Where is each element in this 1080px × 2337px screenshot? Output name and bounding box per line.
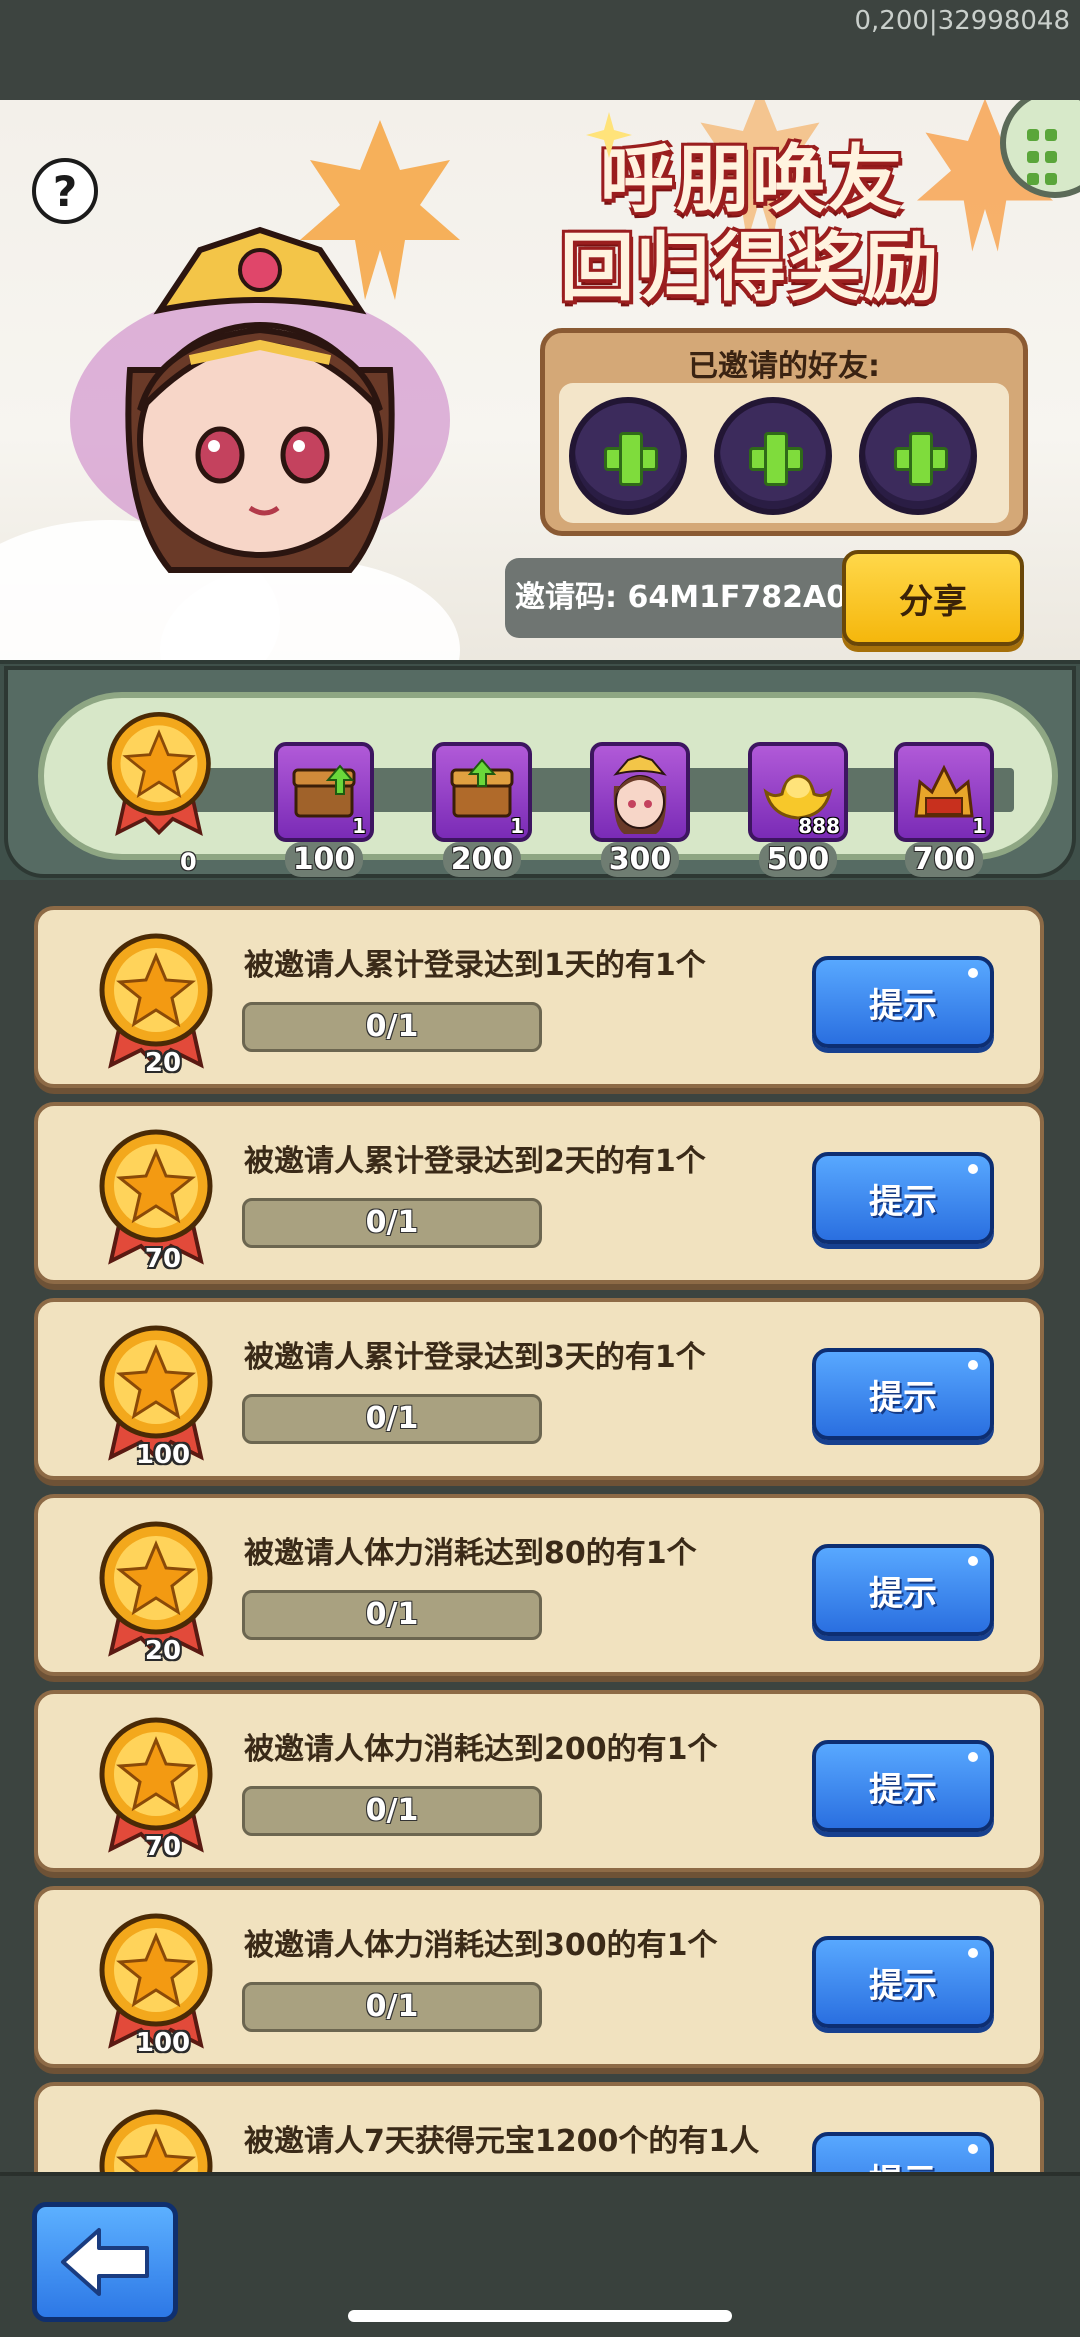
hint-button[interactable]: 提示	[812, 1152, 994, 1244]
tier-points: 700	[904, 842, 984, 877]
status-bar: 0,200|32998048	[0, 0, 1080, 100]
invite-code: 邀请码: 64M1F782A0	[505, 558, 855, 638]
share-button[interactable]: 分享	[842, 550, 1024, 646]
current-points: 0	[180, 848, 197, 876]
task-reward-points: 20	[144, 1636, 182, 1666]
milestone-frame: 0 1 100 1 200 300 888 500 1 700	[4, 666, 1076, 878]
plus-icon	[894, 432, 948, 486]
plus-icon	[749, 432, 803, 486]
back-button[interactable]	[32, 2202, 178, 2322]
hint-button[interactable]: 提示	[812, 2132, 994, 2172]
task-item-6: 100 被邀请人体力消耗达到300的有1个 0/1 提示	[34, 1886, 1044, 2068]
milestone-panel: 0 1 100 1 200 300 888 500 1 700	[0, 660, 1080, 880]
friend-slots	[559, 383, 1009, 523]
task-title: 被邀请人累计登录达到1天的有1个	[244, 948, 706, 983]
task-title: 被邀请人体力消耗达到300的有1个	[244, 1928, 718, 1963]
tier-points: 200	[442, 842, 522, 877]
event-title-line-2: 回归得奖励	[560, 225, 940, 311]
grid-icon	[1024, 126, 1060, 192]
medal-icon	[99, 2109, 213, 2172]
medal-icon	[107, 712, 211, 836]
event-banner: ? 呼朋唤友 回归得奖励 已邀请的好友: 邀请码: 64M1F782A0 分享	[0, 100, 1080, 660]
hero-portrait-image	[70, 226, 450, 573]
task-item-4: 20 被邀请人体力消耗达到80的有1个 0/1 提示	[34, 1494, 1044, 1676]
task-title: 被邀请人7天获得元宝1200个的有1人	[244, 2124, 760, 2159]
hint-button[interactable]: 提示	[812, 1740, 994, 1832]
task-title: 被邀请人累计登录达到2天的有1个	[244, 1144, 706, 1179]
task-item-2: 70 被邀请人累计登录达到2天的有1个 0/1 提示	[34, 1102, 1044, 1284]
hint-button[interactable]: 提示	[812, 1348, 994, 1440]
hint-button[interactable]: 提示	[812, 1544, 994, 1636]
add-friend-slot-3[interactable]	[859, 397, 977, 515]
hint-label: 提示	[869, 1965, 937, 2006]
gold-ingot-icon: 888	[748, 742, 848, 842]
tier-points: 100	[284, 842, 364, 877]
milestone-tier-3[interactable]: 300	[588, 742, 692, 877]
hint-label: 提示	[869, 1377, 937, 1418]
task-title: 被邀请人体力消耗达到200的有1个	[244, 1732, 718, 1767]
task-reward-points: 20	[144, 1048, 182, 1078]
invited-friends-label: 已邀请的好友:	[688, 349, 880, 384]
hint-label: 提示	[869, 1181, 937, 1222]
hint-button[interactable]: 提示	[812, 1936, 994, 2028]
tier-points: 300	[600, 842, 680, 877]
task-reward-points: 100	[135, 1440, 191, 1470]
task-progress: 0/1	[242, 1786, 542, 1836]
tier-count: 1	[972, 814, 986, 838]
milestone-tier-1[interactable]: 1 100	[272, 742, 376, 877]
hint-label: 提示	[869, 985, 937, 1026]
back-arrow-icon	[61, 2228, 149, 2296]
task-item-5: 70 被邀请人体力消耗达到200的有1个 0/1 提示	[34, 1690, 1044, 1872]
hint-label: 提示	[869, 1573, 937, 1614]
helmet-icon: 1	[894, 742, 994, 842]
plus-icon	[604, 432, 658, 486]
task-item-1: 20 被邀请人累计登录达到1天的有1个 0/1 提示	[34, 906, 1044, 1088]
tier-count: 1	[352, 814, 366, 838]
hint-button[interactable]: 提示	[812, 956, 994, 1048]
hint-label: 提示	[869, 2154, 937, 2173]
milestone-track-area: 0 1 100 1 200 300 888 500 1 700	[38, 692, 1058, 877]
hero-portrait-icon	[590, 742, 690, 842]
task-reward-points: 70	[144, 1244, 182, 1274]
tier-count: 1	[510, 814, 524, 838]
chest-up-icon: 1	[274, 742, 374, 842]
task-reward-points: 70	[144, 1832, 182, 1862]
milestone-tier-4[interactable]: 888 500	[746, 742, 850, 877]
task-progress: 0/1	[242, 1198, 542, 1248]
task-progress: 0/1	[242, 1002, 542, 1052]
add-friend-slot-2[interactable]	[714, 397, 832, 515]
chest-up-icon: 1	[432, 742, 532, 842]
task-title: 被邀请人累计登录达到3天的有1个	[244, 1340, 706, 1375]
task-progress: 0/1	[242, 1590, 542, 1640]
milestone-tier-5[interactable]: 1 700	[892, 742, 996, 877]
task-progress: 0/1	[242, 1394, 542, 1444]
home-indicator	[348, 2310, 732, 2322]
invited-friends-panel: 已邀请的好友:	[540, 328, 1028, 536]
task-item-7: 被邀请人7天获得元宝1200个的有1人 提示	[34, 2082, 1044, 2172]
tier-points: 500	[758, 842, 838, 877]
milestone-tier-2[interactable]: 1 200	[430, 742, 534, 877]
task-item-3: 100 被邀请人累计登录达到3天的有1个 0/1 提示	[34, 1298, 1044, 1480]
task-title: 被邀请人体力消耗达到80的有1个	[244, 1536, 697, 1571]
debug-readout: 0,200|32998048	[854, 6, 1070, 36]
task-reward-points: 100	[135, 2028, 191, 2058]
task-progress: 0/1	[242, 1982, 542, 2032]
hint-label: 提示	[869, 1769, 937, 1810]
bottom-bar	[0, 2172, 1080, 2337]
add-friend-slot-1[interactable]	[569, 397, 687, 515]
sparkle-icon	[586, 112, 632, 158]
task-list[interactable]: 20 被邀请人累计登录达到1天的有1个 0/1 提示 70 被邀请人累计登录达到…	[0, 888, 1080, 2172]
tier-count: 888	[798, 814, 840, 838]
